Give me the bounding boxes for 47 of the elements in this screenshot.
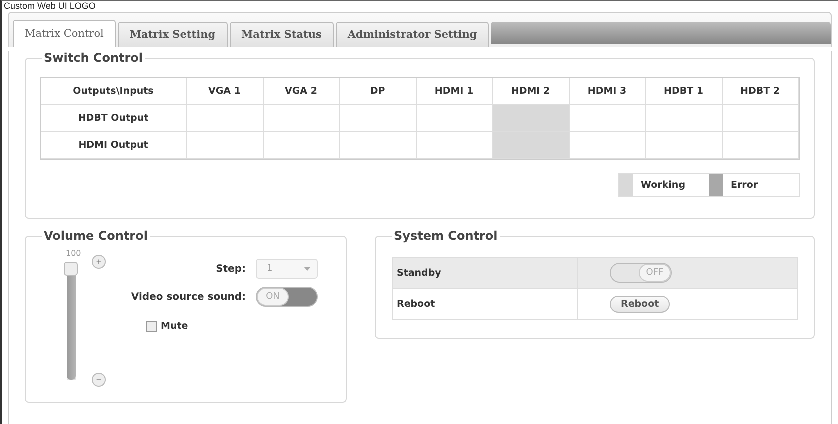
matrix-cell[interactable] <box>264 105 340 132</box>
row-header: HDBT Output <box>41 105 187 132</box>
row-label: Reboot <box>393 289 578 319</box>
matrix-cell[interactable] <box>264 132 340 159</box>
matrix-cell[interactable] <box>493 105 570 132</box>
matrix-cell[interactable] <box>722 105 799 132</box>
field-label: Step: <box>216 264 246 274</box>
column-header: VGA 2 <box>264 78 340 105</box>
legend-label: Error <box>730 178 760 192</box>
checkbox-label: Mute <box>161 321 188 332</box>
tab[interactable]: Matrix Status <box>230 22 334 47</box>
volume-slider[interactable] <box>64 262 78 380</box>
matrix-cell[interactable] <box>646 105 722 132</box>
matrix-cell[interactable] <box>187 132 264 159</box>
tab[interactable]: Matrix Control <box>13 20 116 47</box>
volume-down-button[interactable]: − <box>92 373 106 387</box>
column-header: HDMI 1 <box>416 78 493 105</box>
tab[interactable]: Matrix Setting <box>118 22 228 47</box>
column-header: HDBT 2 <box>722 78 799 105</box>
column-header: Outputs\Inputs <box>41 78 187 105</box>
matrix-cell[interactable] <box>493 132 570 159</box>
section-title: System Control <box>393 229 499 243</box>
section-title: Switch Control <box>43 51 144 65</box>
tab[interactable]: Administrator Setting <box>336 22 490 47</box>
legend-label: Working <box>640 178 686 192</box>
mute-checkbox[interactable] <box>146 321 157 332</box>
row-header: HDMI Output <box>41 132 187 159</box>
field-label: Video source sound: <box>131 292 246 302</box>
column-header: VGA 1 <box>187 78 264 105</box>
column-header: DP <box>340 78 416 105</box>
matrix-cell[interactable] <box>646 132 722 159</box>
matrix-cell[interactable] <box>340 132 416 159</box>
reboot-button[interactable]: Reboot <box>610 296 670 312</box>
logo-text: Custom Web UI LOGO <box>3 1 97 12</box>
section-title: Volume Control <box>43 229 149 243</box>
row-label: Standby <box>393 258 578 288</box>
matrix-cell[interactable] <box>187 105 264 132</box>
matrix-cell[interactable] <box>340 105 416 132</box>
slider-thumb[interactable] <box>64 262 78 276</box>
matrix-cell[interactable] <box>570 132 646 159</box>
slider-value: 100 <box>66 249 82 258</box>
column-header: HDBT 1 <box>646 78 722 105</box>
matrix-cell[interactable] <box>570 105 646 132</box>
matrix-cell[interactable] <box>722 132 799 159</box>
caret-icon <box>304 267 311 271</box>
column-header: HDMI 3 <box>570 78 646 105</box>
volume-up-button[interactable]: + <box>92 255 106 269</box>
